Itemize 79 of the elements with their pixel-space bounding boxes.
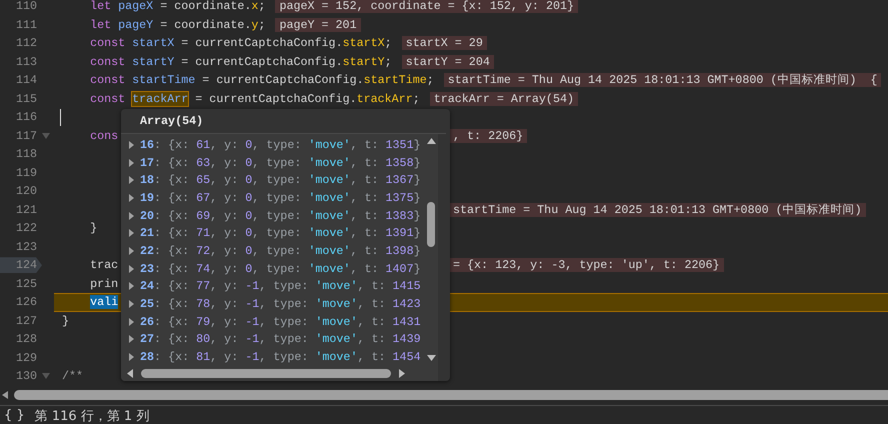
cursor-position: 第 116 行，第 1 列 bbox=[34, 408, 150, 424]
scrollbar-thumb[interactable] bbox=[427, 202, 435, 247]
line-number: 120 bbox=[14, 183, 37, 200]
array-entry[interactable]: 26: {x: 79, y: -1, type: 'move', t: 1431 bbox=[140, 314, 421, 329]
line-number: 112 bbox=[14, 35, 37, 52]
expand-triangle-icon[interactable] bbox=[129, 140, 134, 149]
line-number: 111 bbox=[14, 16, 37, 34]
line-number: 114 bbox=[14, 72, 37, 89]
code-line: cons bbox=[89, 128, 118, 144]
code-line: let pageY = coordinate.y; bbox=[89, 16, 266, 34]
inline-value: startTime = Thu Aug 14 2025 18:01:13 GMT+0800 (中国标准时间) bbox=[449, 202, 866, 217]
line-number: 121 bbox=[14, 202, 37, 218]
array-entry[interactable]: 27: {x: 80, y: -1, type: 'move', t: 1439 bbox=[140, 332, 421, 346]
array-entry[interactable]: 19: {x: 67, y: 0, type: 'move', t: 1375} bbox=[140, 190, 421, 205]
array-entry[interactable]: 18: {x: 65, y: 0, type: 'move', t: 1367} bbox=[140, 173, 421, 188]
scroll-down-icon[interactable] bbox=[426, 355, 436, 361]
line-number: 129 bbox=[14, 350, 37, 366]
array-entry[interactable]: 22: {x: 72, y: 0, type: 'move', t: 1398} bbox=[140, 244, 421, 258]
expand-triangle-icon[interactable] bbox=[129, 158, 134, 167]
code-line: } bbox=[62, 312, 70, 330]
horizontal-scrollbar[interactable] bbox=[121, 365, 438, 381]
horizontal-scrollbar[interactable] bbox=[0, 389, 888, 401]
inline-value: startTime = Thu Aug 14 2025 18:01:13 GMT+0800 (中国标准时间) { bbox=[444, 73, 882, 88]
array-entry[interactable]: 23: {x: 74, y: 0, type: 'move', t: 1407} bbox=[140, 262, 421, 276]
code-line: const startX = currentCaptchaConfig.startX; bbox=[89, 35, 392, 52]
expand-triangle-icon[interactable] bbox=[129, 176, 134, 184]
array-entry[interactable]: 21: {x: 71, y: 0, type: 'move', t: 1391} bbox=[140, 226, 421, 240]
line-number: 110 bbox=[14, 0, 37, 15]
scroll-left-icon[interactable] bbox=[2, 391, 8, 399]
expand-triangle-icon[interactable] bbox=[129, 353, 134, 362]
expand-triangle-icon[interactable] bbox=[129, 264, 134, 273]
scrollbar-thumb[interactable] bbox=[141, 368, 391, 378]
array-entry[interactable]: 16: {x: 61, y: 0, type: 'move', t: 1351} bbox=[140, 138, 421, 152]
code-line: const trackArr = currentCaptchaConfig.trackArr; bbox=[89, 90, 420, 108]
code-line: const startTime = currentCaptchaConfig.startTime; bbox=[89, 72, 434, 89]
inline-value: startX = 29 bbox=[402, 36, 487, 50]
line-number: 115 bbox=[14, 90, 37, 108]
code-line: trac bbox=[89, 257, 118, 274]
line-number: 130 bbox=[14, 368, 37, 385]
expand-triangle-icon[interactable] bbox=[129, 246, 134, 255]
line-number: 128 bbox=[14, 331, 37, 348]
array-entry[interactable]: 20: {x: 69, y: 0, type: 'move', t: 1383} bbox=[140, 208, 421, 223]
inline-value: pageX = 152, coordinate = {x: 152, y: 201} bbox=[275, 0, 578, 14]
line-number: 123 bbox=[14, 238, 37, 256]
code-line: let pageX = coordinate.x; bbox=[89, 0, 266, 15]
scroll-up-icon[interactable] bbox=[426, 138, 436, 144]
scroll-right-icon[interactable] bbox=[399, 368, 405, 378]
code-line: const startY = currentCaptchaConfig.startY; bbox=[89, 54, 392, 70]
inline-value: = {x: 123, y: -3, type: 'up', t: 2206} bbox=[449, 258, 724, 272]
expand-triangle-icon[interactable] bbox=[129, 282, 134, 290]
code-line: prin bbox=[89, 276, 118, 292]
array-entry[interactable]: 28: {x: 81, y: -1, type: 'move', t: 1454 bbox=[140, 350, 421, 364]
line-number: 125 bbox=[14, 276, 37, 292]
array-entry[interactable]: 24: {x: 77, y: -1, type: 'move', t: 1415 bbox=[140, 279, 421, 294]
line-number: 118 bbox=[14, 146, 37, 163]
array-entry[interactable]: 17: {x: 63, y: 0, type: 'move', t: 1358} bbox=[140, 156, 421, 170]
line-number: 122 bbox=[14, 220, 37, 237]
expand-triangle-icon[interactable] bbox=[129, 300, 134, 308]
inline-value: trackArr = Array(54) bbox=[430, 92, 578, 106]
line-number: 116 bbox=[14, 109, 37, 126]
array-entry[interactable]: 25: {x: 78, y: -1, type: 'move', t: 1423 bbox=[140, 297, 421, 312]
line-number: 113 bbox=[14, 54, 37, 70]
inline-value: , t: 2206} bbox=[449, 128, 528, 143]
inline-value: startY = 204 bbox=[402, 54, 494, 69]
expand-triangle-icon[interactable] bbox=[129, 212, 134, 220]
code-line: /** bbox=[62, 368, 84, 385]
expand-triangle-icon[interactable] bbox=[129, 194, 134, 202]
line-number: 117 bbox=[14, 128, 37, 144]
scrollbar-thumb[interactable] bbox=[14, 390, 888, 400]
expand-triangle-icon[interactable] bbox=[129, 335, 134, 344]
line-number: 119 bbox=[14, 164, 37, 182]
code-line: } bbox=[89, 220, 98, 237]
inline-value: pageY = 201 bbox=[275, 18, 361, 32]
line-number: 126 bbox=[14, 294, 37, 311]
line-number: 127 bbox=[14, 312, 37, 330]
expand-triangle-icon[interactable] bbox=[129, 229, 134, 238]
scroll-left-icon[interactable] bbox=[127, 368, 133, 378]
pretty-print-button[interactable]: { } bbox=[2, 408, 27, 423]
expand-triangle-icon[interactable] bbox=[129, 318, 134, 326]
